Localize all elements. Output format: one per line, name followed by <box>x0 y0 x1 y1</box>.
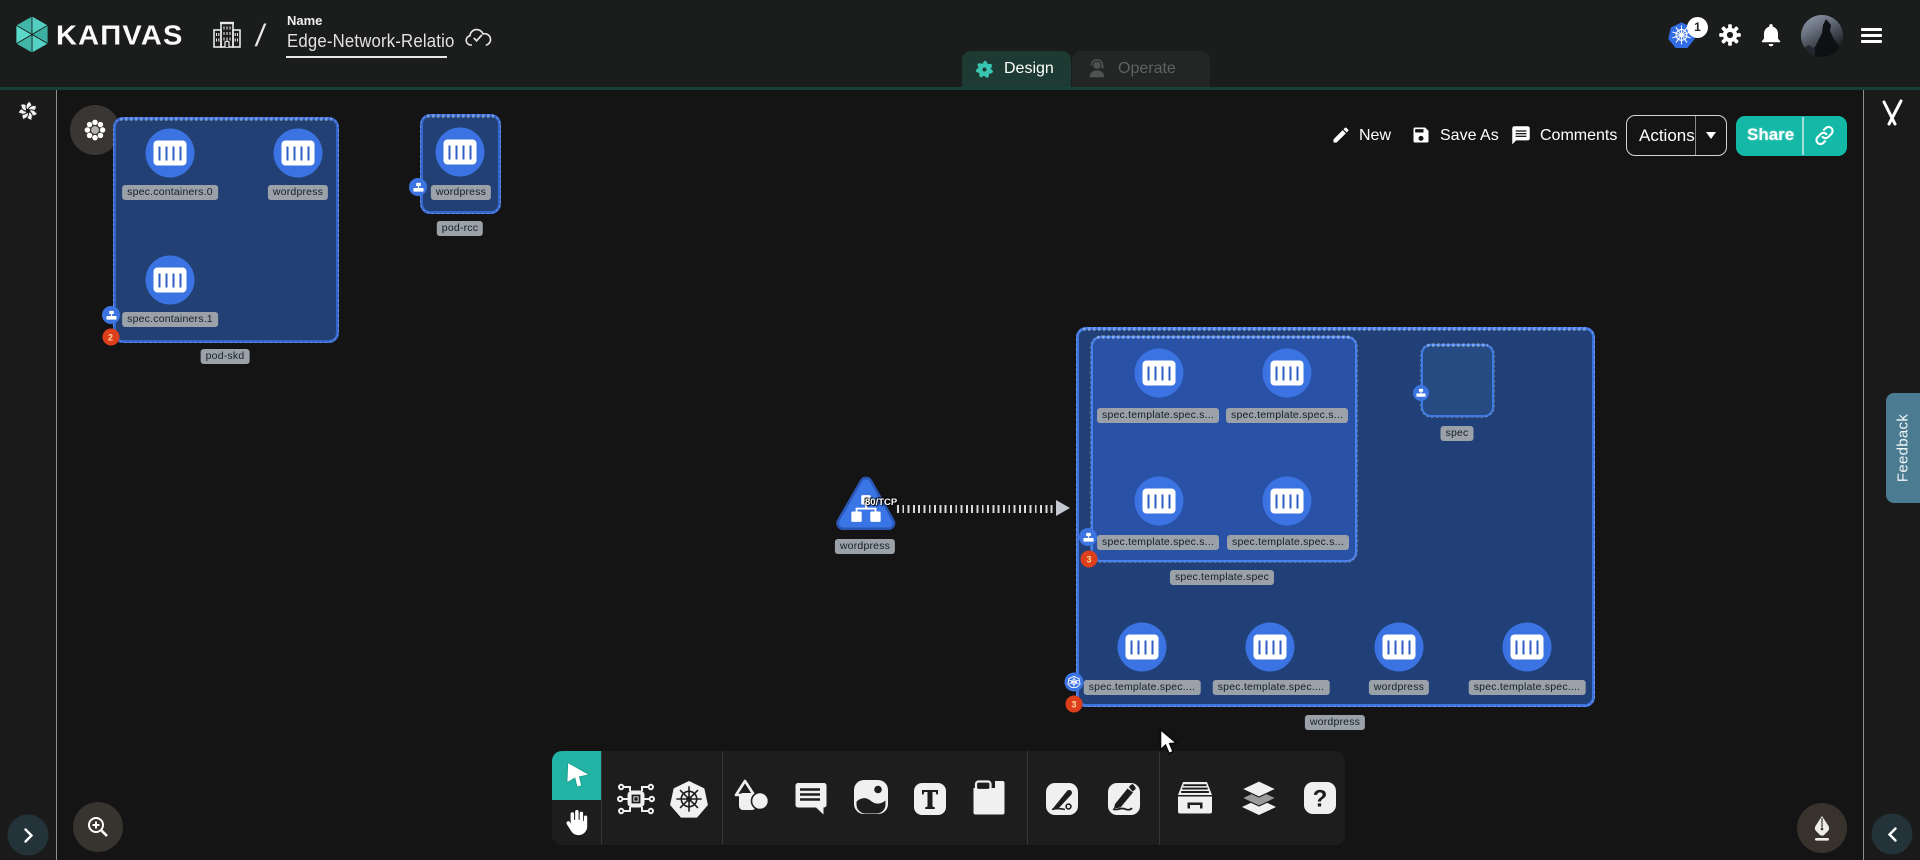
svg-text:?: ? <box>1313 786 1328 813</box>
